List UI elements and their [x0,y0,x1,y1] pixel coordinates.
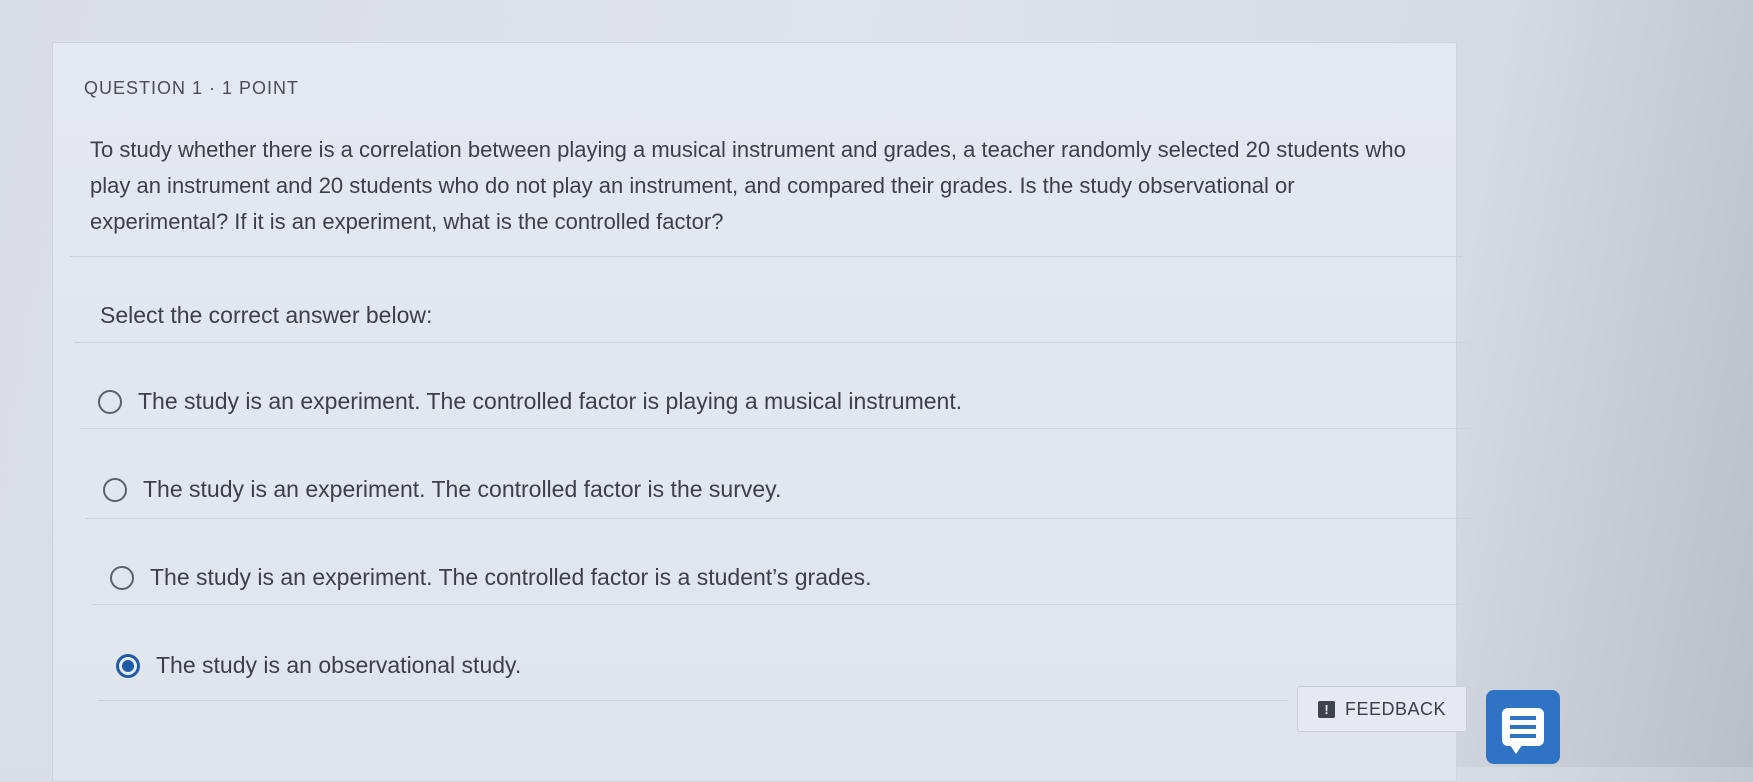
answer-option-label: The study is an experiment. The controll… [150,564,872,590]
radio-button[interactable] [103,477,127,502]
exclamation-box-icon: ! [1317,700,1335,718]
divider [80,428,1470,429]
answer-option-label: The study is an experiment. The controll… [138,388,963,414]
divider [92,604,1482,605]
answer-option[interactable]: The study is an experiment. The controll… [110,564,871,591]
feedback-button[interactable]: ! FEEDBACK [1297,686,1467,732]
question-header: QUESTION 1 · 1 POINT [84,78,300,98]
answer-option[interactable]: The study is an experiment. The controll… [103,476,781,503]
radio-button[interactable] [110,565,134,590]
answer-option[interactable]: The study is an observational study. [116,652,521,679]
divider [98,700,1288,701]
radio-button[interactable] [98,389,122,414]
chat-button[interactable] [1486,690,1560,764]
answer-option[interactable]: The study is an experiment. The controll… [98,388,962,415]
feedback-label: FEEDBACK [1344,698,1447,719]
answer-option-label: The study is an experiment. The controll… [143,476,782,502]
divider [75,342,1467,343]
radio-button-selected[interactable] [116,653,140,678]
divider [85,518,1475,519]
answer-option-label: The study is an observational study. [156,652,522,678]
divider [70,256,1462,257]
chat-bubble-icon [1502,708,1544,754]
radio-dot-icon [122,659,134,672]
question-text: To study whether there is a correlation … [90,137,1406,234]
answer-prompt: Select the correct answer below: [100,302,433,328]
